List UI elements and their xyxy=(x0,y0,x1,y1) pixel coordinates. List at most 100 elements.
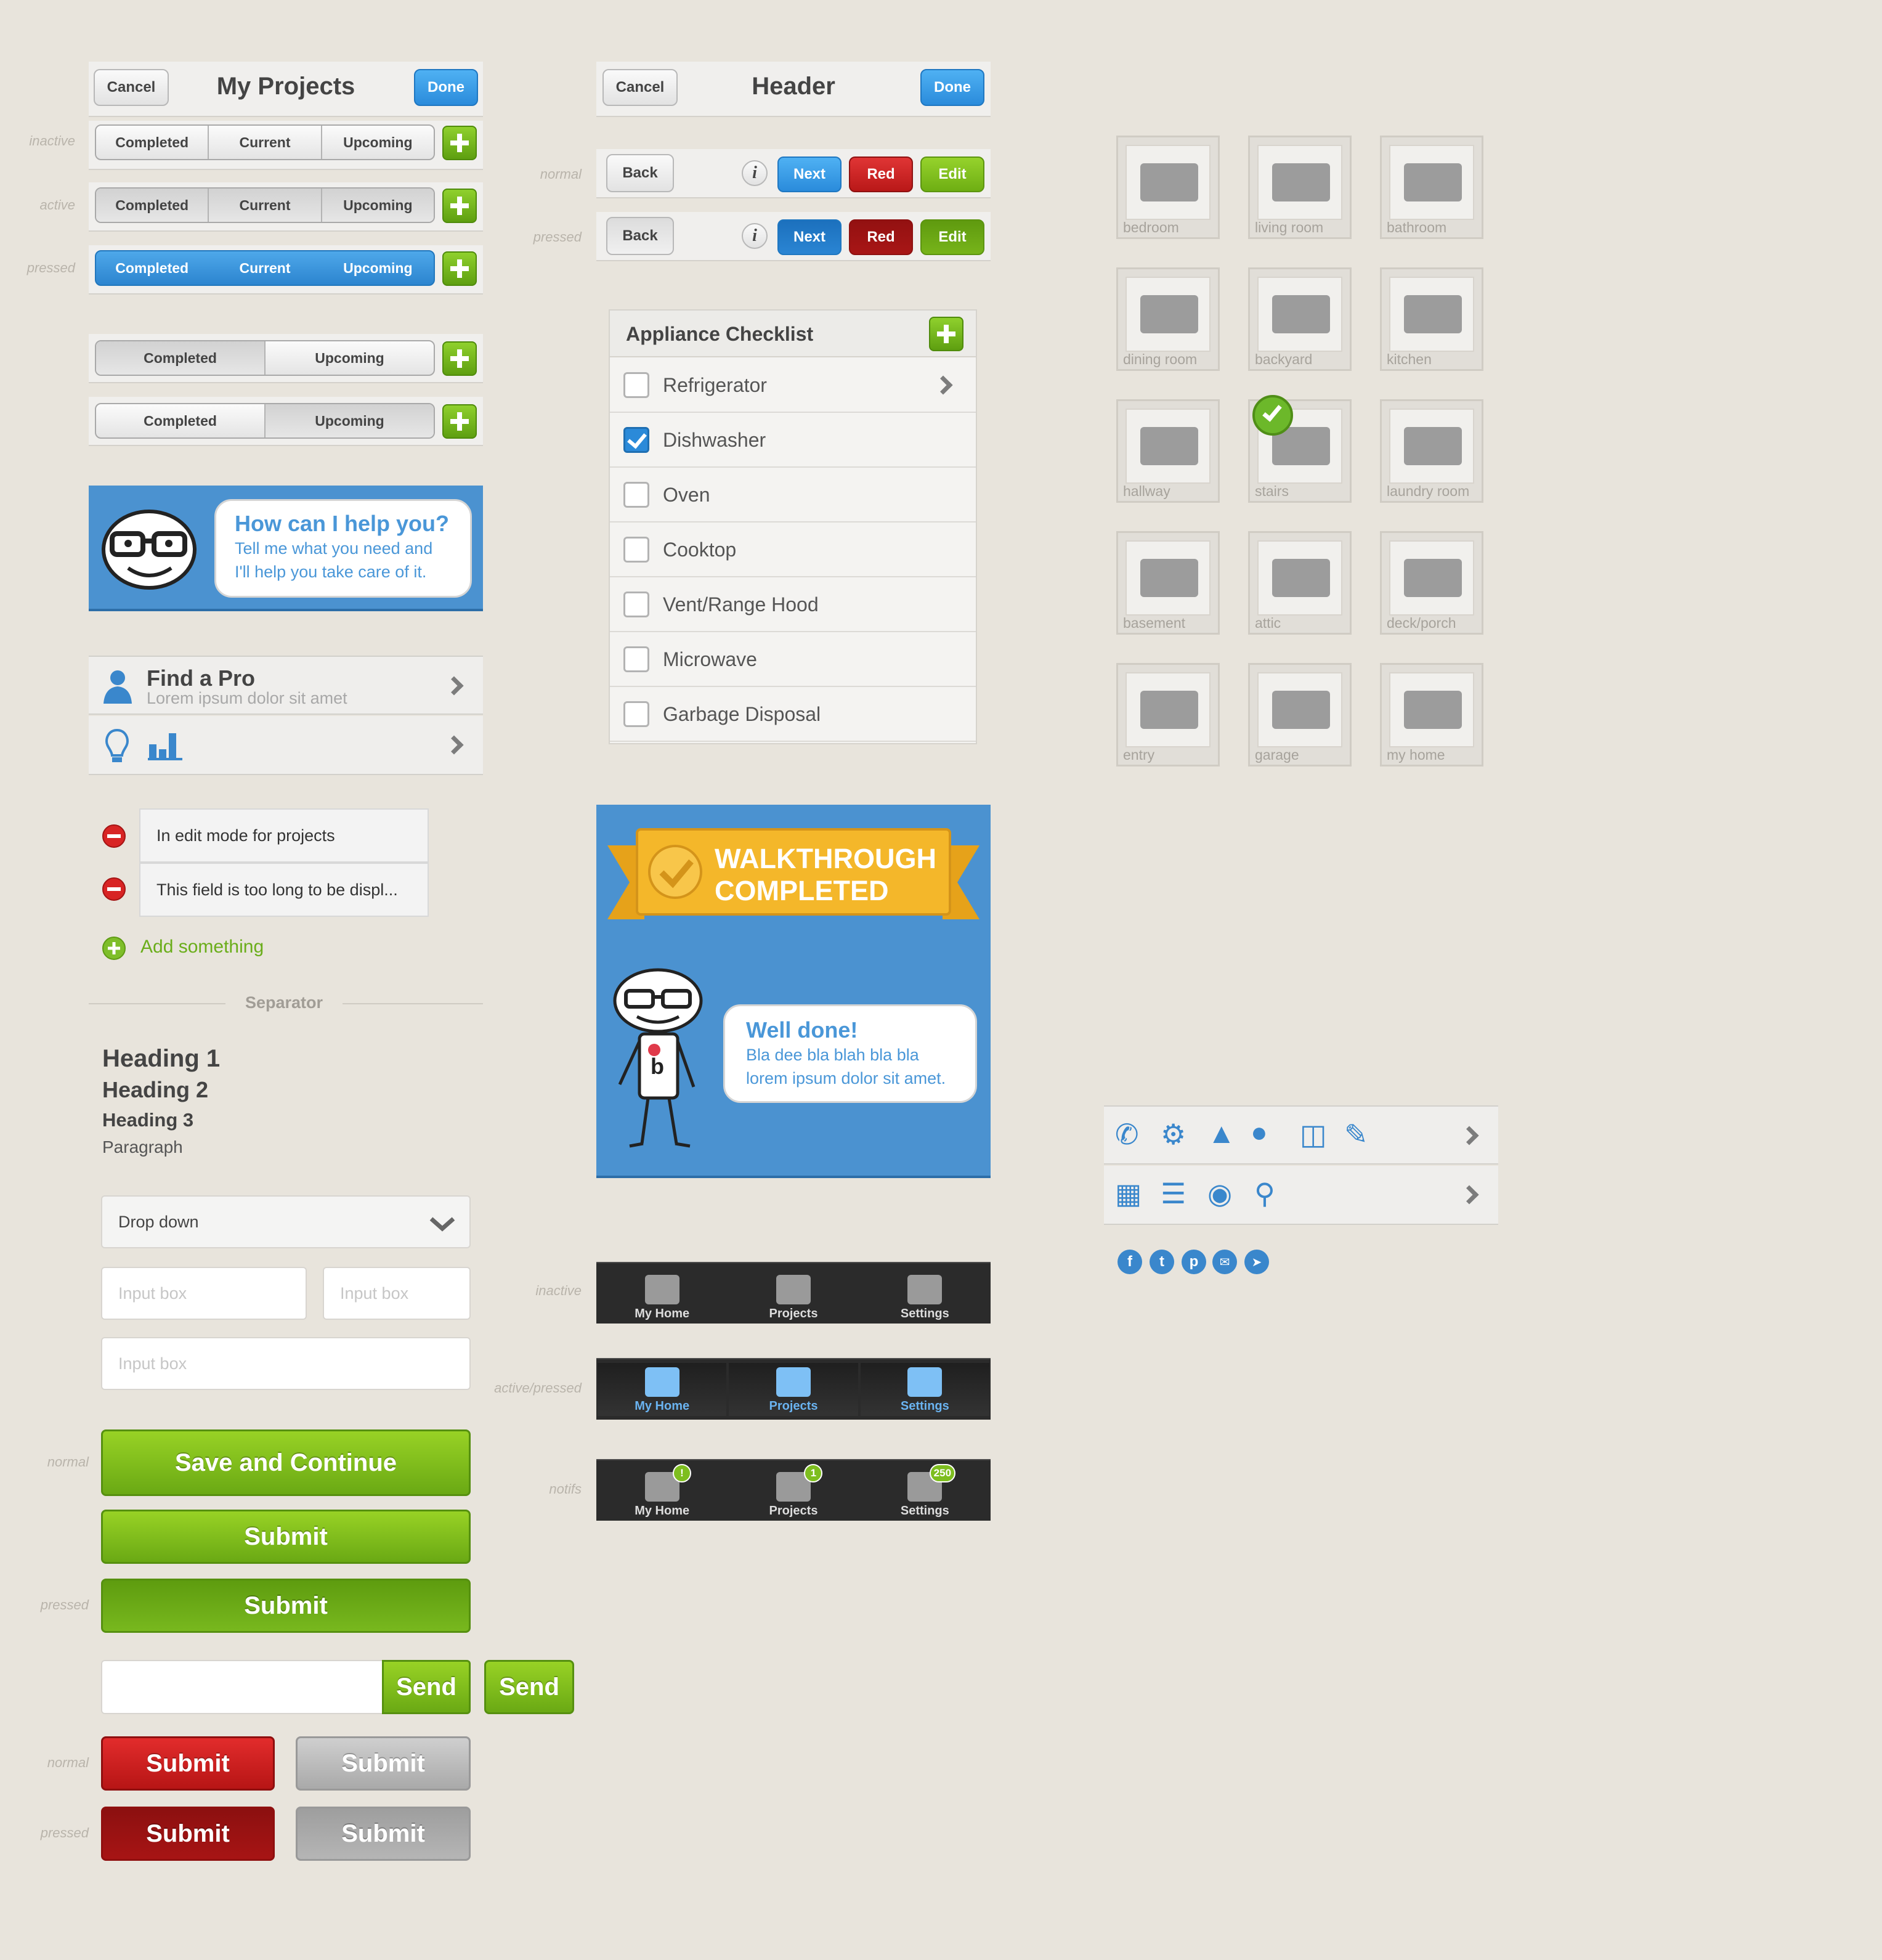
trash-icon[interactable]: ◫ xyxy=(1300,1120,1326,1149)
segmented-control-active[interactable]: Completed Current Upcoming xyxy=(95,187,435,223)
checklist-item[interactable]: Garbage Disposal xyxy=(610,688,976,742)
edit-button-pressed[interactable]: Edit xyxy=(920,219,984,255)
segmented-control-pressed[interactable]: Completed Current Upcoming xyxy=(95,250,435,286)
add-button[interactable] xyxy=(442,126,477,160)
checkbox[interactable] xyxy=(623,482,649,508)
submit-button-gray-pressed[interactable]: Submit xyxy=(296,1807,471,1861)
email-icon[interactable]: ✉ xyxy=(1212,1250,1237,1274)
checklist-item[interactable]: Cooktop xyxy=(610,523,976,577)
send-button[interactable]: Send xyxy=(484,1660,574,1714)
pinterest-icon[interactable]: p xyxy=(1182,1250,1206,1274)
room-tile[interactable]: dining room xyxy=(1116,267,1220,371)
room-tile[interactable]: hallway xyxy=(1116,399,1220,503)
room-tile[interactable]: my home xyxy=(1380,663,1483,767)
tab-settings[interactable]: Settings 250 xyxy=(859,1460,991,1521)
checklist-item[interactable]: Dishwasher xyxy=(610,413,976,468)
add-circle-icon[interactable] xyxy=(102,937,126,960)
chat-icon[interactable]: ● xyxy=(1251,1118,1268,1146)
add-button[interactable] xyxy=(442,189,477,223)
info-icon[interactable]: i xyxy=(742,223,768,249)
checkbox[interactable] xyxy=(623,537,649,563)
phone-icon[interactable]: ✆ xyxy=(1115,1120,1139,1149)
segmented-control-two-a[interactable]: Completed Upcoming xyxy=(95,340,435,376)
segment-current[interactable]: Current xyxy=(209,251,322,285)
checklist-item[interactable]: Refrigerator xyxy=(610,359,976,413)
tab-settings[interactable]: Settings xyxy=(859,1263,991,1324)
add-appliance-button[interactable] xyxy=(929,317,963,351)
next-button[interactable]: Next xyxy=(777,157,842,192)
facebook-icon[interactable]: f xyxy=(1117,1250,1142,1274)
tips-stats-row[interactable] xyxy=(89,716,483,775)
room-tile[interactable]: garage xyxy=(1248,663,1352,767)
room-tile[interactable]: stairs xyxy=(1248,395,1352,503)
room-tile[interactable]: backyard xyxy=(1248,267,1352,371)
room-tile[interactable]: bathroom xyxy=(1380,136,1483,239)
add-button[interactable] xyxy=(442,251,477,286)
room-tile[interactable]: living room xyxy=(1248,136,1352,239)
back-button[interactable]: Back xyxy=(606,154,674,192)
find-pro-row[interactable]: Find a Pro Lorem ipsum dolor sit amet xyxy=(89,656,483,715)
checkbox[interactable] xyxy=(623,701,649,727)
submit-button-red-pressed[interactable]: Submit xyxy=(101,1807,275,1861)
lightbulb-icon[interactable] xyxy=(105,728,129,764)
bar-chart-icon[interactable] xyxy=(148,731,182,760)
cancel-button[interactable]: Cancel xyxy=(94,69,169,106)
done-button[interactable]: Done xyxy=(920,69,984,106)
tab-my-home[interactable]: My Home! xyxy=(596,1460,728,1521)
segment-completed[interactable]: Completed xyxy=(96,189,209,222)
pencil-icon[interactable]: ✎ xyxy=(1344,1120,1368,1149)
warning-icon[interactable]: ▲ xyxy=(1207,1119,1236,1147)
save-continue-button[interactable]: Save and Continue xyxy=(101,1429,471,1496)
checklist-item[interactable]: Vent/Range Hood xyxy=(610,578,976,632)
input-box-wide[interactable]: Input box xyxy=(101,1337,471,1390)
room-tile[interactable]: deck/porch xyxy=(1380,531,1483,635)
camera-icon[interactable]: ◉ xyxy=(1207,1179,1232,1208)
segment-completed[interactable]: Completed xyxy=(96,126,209,159)
checklist-item[interactable]: Oven xyxy=(610,468,976,523)
submit-button-gray[interactable]: Submit xyxy=(296,1736,471,1791)
segment-upcoming[interactable]: Upcoming xyxy=(322,189,434,222)
tab-projects[interactable]: Projects 1 xyxy=(728,1460,859,1521)
edit-button[interactable]: Edit xyxy=(920,157,984,192)
segment-current[interactable]: Current xyxy=(209,189,322,222)
delete-icon[interactable] xyxy=(102,877,126,901)
info-icon[interactable]: i xyxy=(742,160,768,186)
calendar-icon[interactable]: ▦ xyxy=(1115,1179,1142,1208)
checkbox[interactable] xyxy=(623,427,649,453)
next-button-pressed[interactable]: Next xyxy=(777,219,842,255)
segment-current[interactable]: Current xyxy=(209,126,322,159)
message-input[interactable] xyxy=(101,1660,384,1714)
back-button[interactable]: Back xyxy=(606,217,674,255)
tab-projects[interactable]: Projects xyxy=(729,1363,858,1416)
send-button-attached[interactable]: Send xyxy=(382,1660,471,1714)
room-tile[interactable]: kitchen xyxy=(1380,267,1483,371)
add-button[interactable] xyxy=(442,404,477,439)
checkbox[interactable] xyxy=(623,592,649,617)
tab-my-home[interactable]: My Home xyxy=(598,1363,727,1416)
segment-completed[interactable]: Completed xyxy=(96,251,209,285)
room-tile[interactable]: laundry room xyxy=(1380,399,1483,503)
submit-button-red[interactable]: Submit xyxy=(101,1736,275,1791)
dropdown-select[interactable]: Drop down xyxy=(101,1195,471,1248)
checklist-item[interactable]: Microwave xyxy=(610,633,976,687)
cursor-icon[interactable]: ➤ xyxy=(1244,1250,1269,1274)
checkbox[interactable] xyxy=(623,646,649,672)
segmented-control-inactive[interactable]: Completed Current Upcoming xyxy=(95,124,435,160)
gears-icon[interactable]: ⚙ xyxy=(1161,1120,1186,1149)
location-pin-icon[interactable]: ⚲ xyxy=(1254,1179,1275,1208)
room-tile[interactable]: bedroom xyxy=(1116,136,1220,239)
input-box-small-1[interactable]: Input box xyxy=(101,1267,307,1320)
submit-button-pressed[interactable]: Submit xyxy=(101,1579,471,1633)
tab-my-home[interactable]: My Home xyxy=(596,1263,728,1324)
segment-completed[interactable]: Completed xyxy=(96,404,266,437)
done-button[interactable]: Done xyxy=(414,69,478,106)
input-box-small-2[interactable]: Input box xyxy=(323,1267,471,1320)
segment-upcoming[interactable]: Upcoming xyxy=(266,341,434,375)
twitter-icon[interactable]: t xyxy=(1150,1250,1174,1274)
segment-upcoming[interactable]: Upcoming xyxy=(266,404,434,437)
segment-upcoming[interactable]: Upcoming xyxy=(322,251,434,285)
segment-upcoming[interactable]: Upcoming xyxy=(322,126,434,159)
segmented-control-two-b[interactable]: Completed Upcoming xyxy=(95,403,435,439)
red-button-pressed[interactable]: Red xyxy=(849,219,913,255)
add-something-link[interactable]: Add something xyxy=(140,937,264,958)
